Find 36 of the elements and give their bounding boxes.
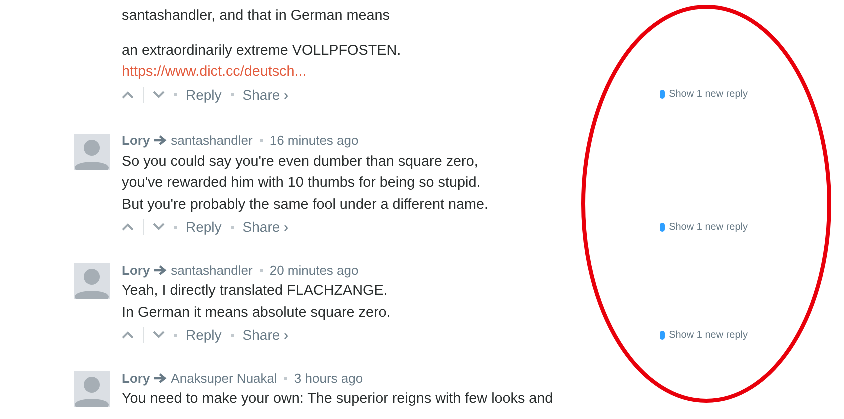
share-button[interactable]: Share › [242, 219, 289, 235]
reply-to-name[interactable]: Anaksuper Nuakal [171, 370, 278, 386]
author-name[interactable]: Lory [122, 370, 150, 386]
comment-text: You need to make your own: The superior reigns with few looks and [122, 390, 554, 409]
link[interactable]: https://www.dict.cc/deutsch... [122, 64, 307, 80]
author-name[interactable]: Lory [122, 133, 150, 148]
show-replies-button[interactable]: Show 1 new reply [660, 330, 748, 340]
downvote-icon[interactable] [153, 223, 165, 231]
reply-to-name[interactable]: santashandler [171, 133, 253, 148]
upvote-icon[interactable] [122, 223, 134, 231]
comment-text: So you could say you're even dumber than square zero, you've rewarded him with 10 thumbs for being so stupid. But you're probably the same fool under a different name. [122, 152, 490, 214]
reply-to-name[interactable]: santashandler [171, 262, 253, 278]
downvote-icon[interactable] [153, 90, 165, 98]
upvote-icon[interactable] [122, 90, 134, 98]
show-replies-button[interactable]: Show 1 new reply [660, 222, 748, 232]
timestamp[interactable]: 16 minutes ago [270, 133, 359, 148]
comment-text: santashandler, and that in German means [122, 7, 391, 26]
avatar-icon [74, 134, 110, 170]
arrow-icon [154, 264, 168, 276]
share-button[interactable]: Share › [242, 86, 289, 102]
timestamp[interactable]: 3 hours ago [294, 370, 364, 386]
avatar-icon [74, 263, 110, 299]
reply-button[interactable]: Reply [186, 219, 222, 235]
downvote-icon[interactable] [153, 331, 165, 339]
avatar-icon [74, 371, 110, 407]
comment-text: an extraordinarily extreme VOLLPFOSTEN. [122, 42, 402, 60]
arrow-icon [154, 372, 168, 384]
author-name[interactable]: Lory [122, 262, 150, 278]
comment-text: Yeah, I directly translated FLACHZANGE. In German it means absolute square zero. [122, 282, 392, 322]
arrow-icon [154, 135, 168, 146]
reply-button[interactable]: Reply [186, 86, 222, 102]
timestamp[interactable]: 20 minutes ago [270, 262, 359, 278]
share-button[interactable]: Share › [242, 327, 289, 343]
show-replies-button[interactable]: Show 1 new reply [660, 89, 748, 100]
reply-button[interactable]: Reply [186, 327, 222, 343]
upvote-icon[interactable] [122, 331, 134, 339]
